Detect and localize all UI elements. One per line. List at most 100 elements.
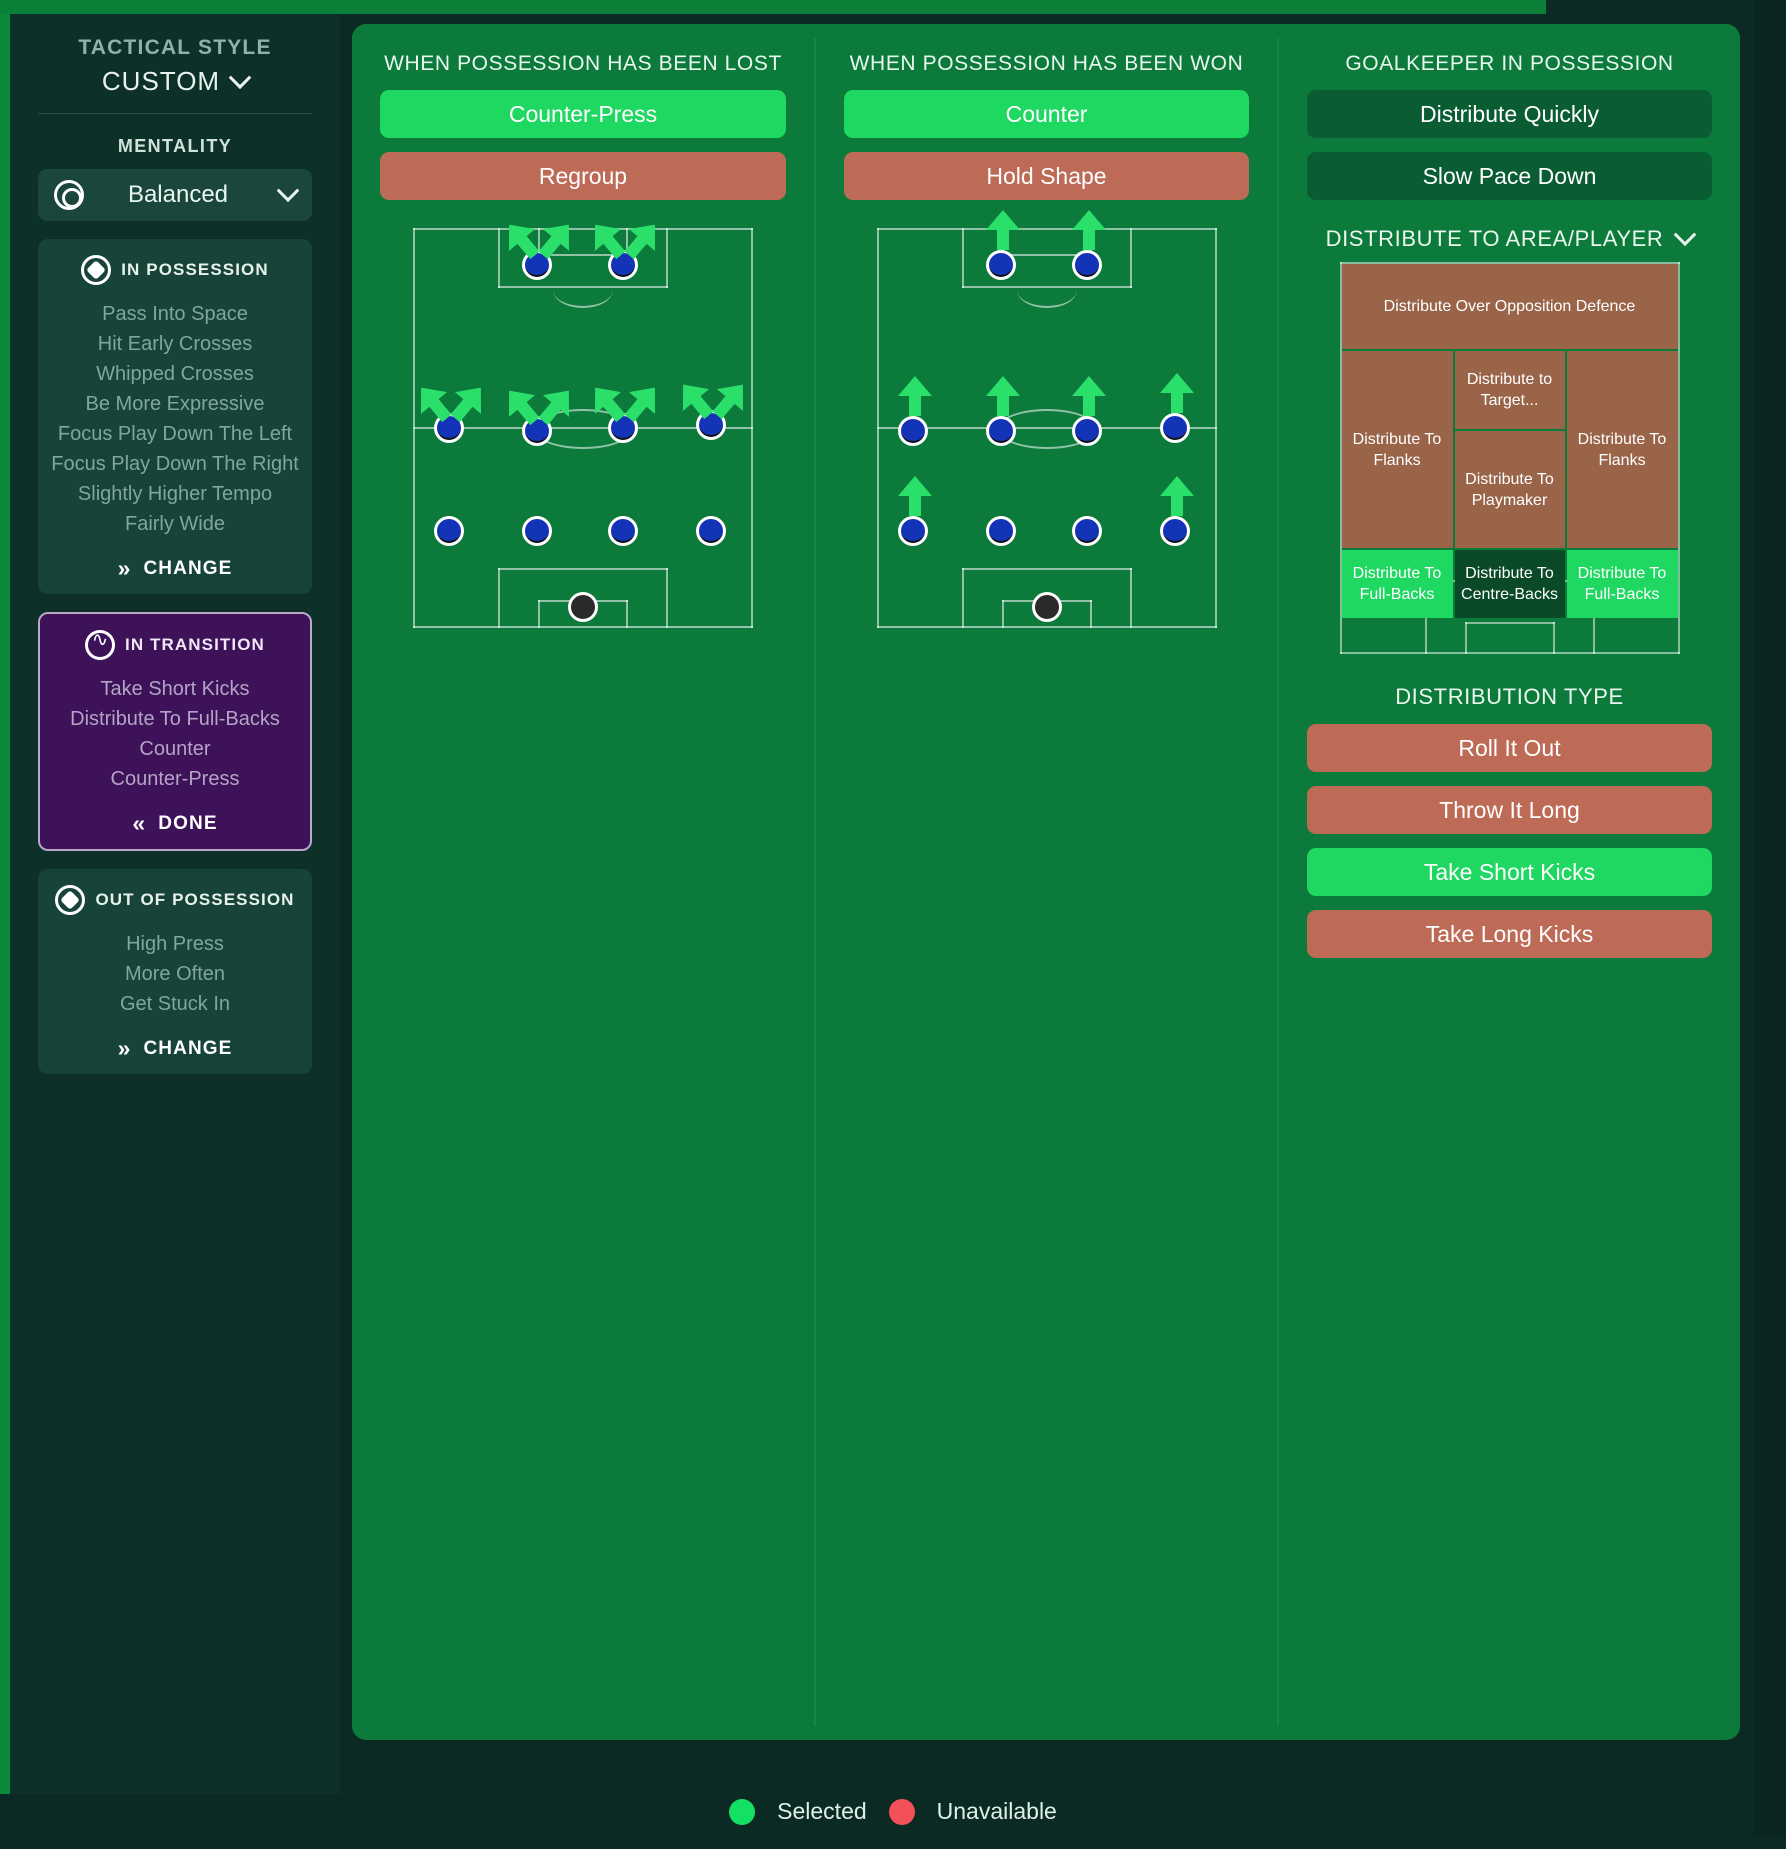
list-item: Counter — [139, 738, 211, 760]
distribution-grid: Distribute Over Opposition Defence Distr… — [1339, 262, 1680, 654]
left-accent-edge — [0, 14, 10, 1794]
list-item: Slightly Higher Tempo — [77, 483, 273, 505]
player-marker — [696, 516, 726, 546]
counter-arrow-icon — [1071, 376, 1106, 416]
dist-cell-full-backs-left[interactable]: Distribute To Full-Backs — [1341, 550, 1453, 618]
take-short-kicks-button[interactable]: Take Short Kicks — [1307, 848, 1712, 896]
player-marker — [608, 516, 638, 546]
out-of-possession-panel: OUT OF POSSESSION High Press More Often … — [38, 869, 312, 1074]
tactical-style-selector[interactable]: CUSTOM — [10, 65, 340, 97]
double-chevron-right-icon: » — [117, 1035, 132, 1061]
distribute-area-header[interactable]: DISTRIBUTE TO AREA/PLAYER — [1279, 223, 1740, 252]
tactics-board: WHEN POSSESSION HAS BEEN LOST Counter-Pr… — [352, 24, 1740, 1740]
top-accent-bar — [0, 0, 1546, 14]
selected-legend-dot — [729, 1798, 756, 1825]
distribute-quickly-button[interactable]: Distribute Quickly — [1307, 90, 1712, 138]
regroup-button[interactable]: Regroup — [380, 152, 786, 200]
dist-cell-flanks-left[interactable]: Distribute To Flanks — [1341, 351, 1453, 548]
counter-arrow-icon — [1159, 373, 1194, 413]
goalkeeper-marker — [568, 592, 598, 622]
selected-legend-label: Selected — [777, 1798, 867, 1824]
mentality-icon — [54, 180, 84, 210]
in-possession-change-button[interactable]: » CHANGE — [48, 557, 302, 580]
possession-lost-column: WHEN POSSESSION HAS BEEN LOST Counter-Pr… — [352, 24, 814, 628]
out-of-possession-title: OUT OF POSSESSION — [95, 890, 295, 909]
chevron-down-icon — [276, 179, 300, 203]
hold-shape-button[interactable]: Hold Shape — [844, 152, 1249, 200]
double-chevron-right-icon: » — [117, 555, 132, 581]
possession-won-column: WHEN POSSESSION HAS BEEN WON Counter Hol… — [816, 24, 1277, 628]
unavailable-legend-dot — [888, 1798, 915, 1825]
mentality-value: Balanced — [127, 181, 229, 208]
list-item: Pass Into Space — [102, 303, 248, 325]
counter-arrow-icon — [985, 376, 1020, 416]
in-possession-title: IN POSSESSION — [121, 260, 269, 279]
possession-won-pitch — [876, 210, 1217, 628]
legend: Selected Unavailable — [0, 1798, 1786, 1825]
in-possession-change-label: CHANGE — [143, 557, 233, 579]
distribution-type-title: DISTRIBUTION TYPE — [1395, 684, 1624, 709]
dist-cell-over-opposition-defence[interactable]: Distribute Over Opposition Defence — [1341, 264, 1678, 349]
player-marker — [985, 250, 1016, 280]
counter-arrow-icon — [1071, 210, 1106, 250]
mentality-selector[interactable]: Balanced — [38, 169, 312, 221]
goalkeeper-title: GOALKEEPER IN POSSESSION — [1345, 52, 1674, 75]
tactics-screen: TACTICAL STYLE CUSTOM MENTALITY Balanced… — [0, 0, 1786, 1849]
out-of-possession-change-label: CHANGE — [143, 1037, 233, 1059]
list-item: More Often — [124, 963, 226, 985]
in-transition-done-label: DONE — [158, 812, 218, 834]
goalkeeper-marker — [1031, 592, 1062, 622]
list-item: High Press — [126, 933, 224, 955]
list-item: Hit Early Crosses — [97, 333, 253, 355]
slow-pace-down-button[interactable]: Slow Pace Down — [1307, 152, 1712, 200]
dist-cell-playmaker[interactable]: Distribute To Playmaker — [1454, 431, 1565, 548]
list-item: Get Stuck In — [119, 993, 231, 1015]
in-transition-header: IN TRANSITION — [50, 627, 300, 660]
mentality-label: MENTALITY — [117, 136, 233, 156]
right-edge-strip — [1754, 0, 1786, 1849]
dist-cell-centre-backs[interactable]: Distribute To Centre-Backs — [1454, 550, 1565, 618]
bottom-edge-strip — [0, 1837, 1786, 1849]
dist-cell-full-backs-right[interactable]: Distribute To Full-Backs — [1566, 550, 1678, 618]
in-transition-panel: IN TRANSITION Take Short Kicks Distribut… — [38, 612, 312, 851]
dist-cell-distribute-to-target[interactable]: Distribute to Target... — [1454, 351, 1565, 429]
player-marker — [985, 516, 1016, 546]
list-item: Counter-Press — [110, 768, 240, 790]
chevron-down-icon — [1674, 223, 1697, 247]
player-marker — [522, 516, 552, 546]
throw-it-long-button[interactable]: Throw It Long — [1307, 786, 1712, 834]
double-chevron-left-icon: « — [132, 810, 147, 836]
tactical-style-value: CUSTOM — [101, 66, 221, 96]
football-icon — [81, 255, 112, 285]
dist-cell-flanks-right[interactable]: Distribute To Flanks — [1566, 351, 1678, 548]
in-transition-title: IN TRANSITION — [125, 635, 265, 654]
roll-it-out-button[interactable]: Roll It Out — [1307, 724, 1712, 772]
list-item: Take Short Kicks — [100, 678, 250, 700]
take-long-kicks-button[interactable]: Take Long Kicks — [1307, 910, 1712, 958]
list-item: Focus Play Down The Right — [51, 453, 299, 475]
list-item: Focus Play Down The Left — [57, 423, 293, 445]
out-of-possession-change-button[interactable]: » CHANGE — [48, 1037, 302, 1060]
counter-arrow-icon — [1159, 476, 1194, 516]
possession-won-title: WHEN POSSESSION HAS BEEN WON — [849, 52, 1244, 75]
in-transition-done-button[interactable]: « DONE — [50, 812, 300, 835]
out-of-possession-header: OUT OF POSSESSION — [48, 885, 302, 915]
chevron-down-icon — [228, 65, 252, 89]
in-transition-list: Take Short Kicks Distribute To Full-Back… — [50, 674, 300, 794]
top-right-bar — [1546, 0, 1786, 22]
in-possession-panel: IN POSSESSION Pass Into Space Hit Early … — [38, 239, 312, 594]
out-of-possession-list: High Press More Often Get Stuck In — [48, 929, 302, 1019]
player-marker — [1159, 413, 1190, 443]
sidebar: TACTICAL STYLE CUSTOM MENTALITY Balanced… — [10, 14, 340, 1794]
list-item: Whipped Crosses — [96, 363, 254, 385]
possession-lost-pitch — [413, 228, 753, 628]
counter-press-button[interactable]: Counter-Press — [380, 90, 786, 138]
player-marker — [1159, 516, 1190, 546]
counter-button[interactable]: Counter — [844, 90, 1249, 138]
in-possession-list: Pass Into Space Hit Early Crosses Whippe… — [48, 299, 302, 539]
player-marker — [434, 516, 464, 546]
in-possession-header: IN POSSESSION — [48, 255, 302, 285]
sidebar-divider — [38, 113, 312, 114]
list-item: Distribute To Full-Backs — [70, 708, 280, 730]
counter-arrow-icon — [897, 476, 932, 516]
